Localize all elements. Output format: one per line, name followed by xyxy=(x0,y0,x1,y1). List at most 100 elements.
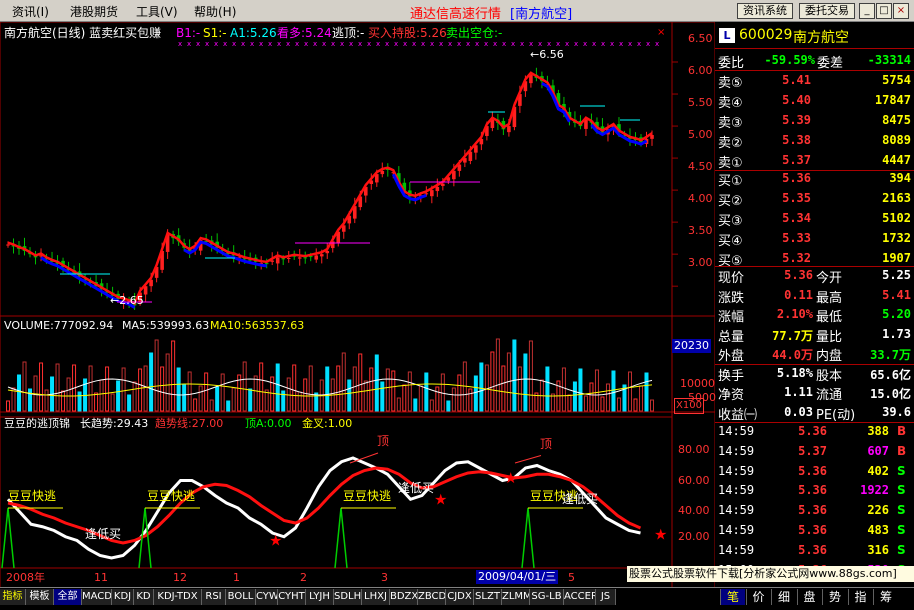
tick-side: S xyxy=(897,483,906,498)
menu-news[interactable]: 资讯(I) xyxy=(12,3,49,20)
indicator-tab[interactable]: SDLH xyxy=(334,589,362,605)
indicator-tab[interactable]: JS xyxy=(596,589,616,605)
stock-code: 600029 xyxy=(739,27,793,43)
order-book-price: 5.39 xyxy=(782,113,811,127)
tick-side: S xyxy=(897,503,906,518)
svg-text:x: x xyxy=(358,40,362,48)
panel-tab[interactable]: 细 xyxy=(771,589,796,605)
date-label-5: 5 xyxy=(568,571,575,584)
svg-text:x: x xyxy=(241,40,245,48)
indicator-tab[interactable]: KDJ-TDX xyxy=(154,589,202,605)
stat-label: 最高 xyxy=(816,290,843,306)
svg-text:x: x xyxy=(223,40,227,48)
escape-label-3: 豆豆快逃 xyxy=(343,489,392,503)
svg-text:x: x xyxy=(439,40,443,48)
tick-price: 5.36 xyxy=(798,503,827,518)
ad-banner[interactable]: 股票公式股票软件下载[分析家公式网www.88gs.com] xyxy=(627,566,914,582)
svg-text:x: x xyxy=(637,40,641,48)
indicator-tab[interactable]: BDZX xyxy=(390,589,418,605)
tick-volume: 226 xyxy=(867,503,889,518)
order-book-label: 买③ xyxy=(718,214,743,229)
order-book-label: 卖③ xyxy=(718,116,743,131)
indicator-tab[interactable]: BOLL xyxy=(226,589,256,605)
maximize-button[interactable]: □ xyxy=(876,3,892,19)
indicator-tab[interactable]: SLZT xyxy=(474,589,502,605)
close-button[interactable]: × xyxy=(893,3,909,19)
svg-text:x: x xyxy=(412,40,416,48)
date-label-2008: 2008年 xyxy=(6,571,45,584)
price-tick: 6.00 xyxy=(688,64,713,78)
indicator-tab[interactable]: ZLMM xyxy=(502,589,530,605)
tick-time: 14:59 xyxy=(718,483,755,498)
svg-text:x: x xyxy=(376,40,380,48)
panel-tab[interactable]: 盘 xyxy=(796,589,822,605)
indicator-tab[interactable]: CYW xyxy=(256,589,278,605)
indicator-tab-bar: 指标 模板 全部 MACD KDJ KD KDJ-TDX RSI BOLL CYW CYHT LYJH… xyxy=(0,587,914,605)
tick-volume: 388 xyxy=(867,424,889,438)
indicator-tab[interactable]: LYJH xyxy=(306,589,334,605)
tick-time: 14:59 xyxy=(718,523,755,537)
stat-value: 5.18% xyxy=(776,365,813,380)
market-prefix-badge: L xyxy=(719,28,735,43)
indicator-tab[interactable]: ZBCD xyxy=(418,589,446,605)
indicator-tab[interactable]: MACD xyxy=(82,589,112,605)
indicator-tab[interactable]: 指标 xyxy=(0,589,26,605)
svg-text:x: x xyxy=(340,40,344,48)
weicha-label: 委差 xyxy=(817,56,844,71)
indicator-tab[interactable]: ACCER xyxy=(564,589,596,605)
indicator-tab[interactable]: CJDX xyxy=(446,589,474,605)
quote-panel: L 600029 南方航空 委比 -59.59% 委差 -33314 卖⑤ 5.4… xyxy=(715,22,914,588)
panel-tab[interactable]: 指 xyxy=(847,589,873,605)
order-book-label: 卖④ xyxy=(718,96,743,111)
order-book-label: 卖① xyxy=(718,156,743,171)
menu-tools[interactable]: 工具(V) xyxy=(136,3,178,20)
svg-text:x: x xyxy=(394,40,398,48)
stat-label: 最低 xyxy=(816,310,843,325)
date-label-1: 1 xyxy=(233,571,240,584)
tick-side: S xyxy=(897,542,906,557)
indicator-tab[interactable]: KDJ xyxy=(112,589,134,605)
indicator-tab[interactable]: CYHT xyxy=(278,589,306,605)
tick-volume: 483 xyxy=(867,523,889,537)
stat-label: 换手 xyxy=(718,368,745,384)
trade-button[interactable]: 委托交易 xyxy=(799,3,855,19)
tick-side: S xyxy=(897,463,906,478)
svg-text:x: x xyxy=(205,40,209,48)
news-system-button[interactable]: 资讯系统 xyxy=(737,3,793,19)
escape-value: 逃顶:- xyxy=(332,26,365,40)
indicator-lines: ★ ★ ★ ★ xyxy=(1,452,667,569)
minimize-button[interactable]: _ xyxy=(859,3,875,19)
chart-area[interactable]: xxxxxxxxxxxxxxxxxxxxxxxxxxxxxxxxxxxxxxxx… xyxy=(0,22,715,588)
menu-hk-futures[interactable]: 港股期货 xyxy=(70,3,118,20)
chart-close-icon[interactable]: × xyxy=(657,26,665,40)
buy-low-label-1: 逢低买 xyxy=(85,527,122,541)
stat-label: PE(动) xyxy=(816,407,856,423)
svg-text:x: x xyxy=(628,40,632,48)
order-book-price: 5.33 xyxy=(782,231,811,245)
stat-label: 涨幅 xyxy=(718,310,745,325)
order-book-price: 5.41 xyxy=(782,73,811,87)
panel-tab[interactable]: 笔 xyxy=(720,589,745,605)
svg-text:x: x xyxy=(493,40,497,48)
indicator-tab[interactable]: SG-LB xyxy=(530,589,564,605)
panel-tab[interactable]: 筹 xyxy=(873,589,898,605)
indicator-tab[interactable]: LHXJ xyxy=(362,589,390,605)
indicator-tab[interactable]: 模板 xyxy=(26,589,54,605)
price-tick: 3.00 xyxy=(688,256,713,270)
top-label-1: 顶 xyxy=(377,434,390,448)
escape-label-1: 豆豆快逃 xyxy=(8,489,57,503)
stat-label: 量比 xyxy=(816,329,843,345)
panel-tab[interactable]: 价 xyxy=(745,589,771,605)
ind-tick-20: 20.00 xyxy=(678,530,710,543)
indicator-tab[interactable]: 全部 xyxy=(54,589,82,605)
svg-text:x: x xyxy=(502,40,506,48)
panel-tab[interactable]: 势 xyxy=(822,589,847,605)
indicator-tab[interactable]: KD xyxy=(134,589,154,605)
tick-time: 14:59 xyxy=(718,542,755,557)
indicator-tab[interactable]: RSI xyxy=(202,589,226,605)
menu-help[interactable]: 帮助(H) xyxy=(194,3,236,20)
date-label-11: 11 xyxy=(94,571,108,584)
order-book-volume: 17847 xyxy=(874,93,911,107)
stat-value: 39.6 xyxy=(882,404,911,419)
tick-price: 5.37 xyxy=(798,443,827,458)
